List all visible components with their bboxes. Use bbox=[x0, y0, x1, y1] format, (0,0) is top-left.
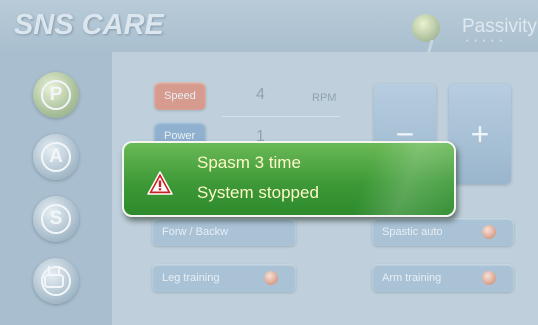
p-figure-icon bbox=[412, 14, 440, 42]
spasm-alert-dialog[interactable]: Spasm 3 time System stopped bbox=[122, 141, 456, 217]
speed-divider bbox=[222, 116, 340, 117]
sidebar-item-s[interactable]: S bbox=[33, 196, 79, 242]
brand-logo: SNS CARE bbox=[14, 9, 164, 41]
warning-triangle-icon bbox=[147, 171, 173, 195]
spastic-auto-label: Spastic auto bbox=[382, 226, 443, 238]
leg-training-button[interactable]: Leg training bbox=[152, 264, 296, 292]
mode-label: Passivity bbox=[462, 16, 537, 37]
arm-training-indicator bbox=[482, 271, 496, 285]
s-circle-icon: S bbox=[41, 204, 71, 234]
speed-button[interactable]: Speed bbox=[154, 82, 206, 110]
leg-training-indicator bbox=[264, 271, 278, 285]
spastic-auto-button[interactable]: Spastic auto bbox=[372, 218, 514, 246]
mode-dots-decoration: • • • • • bbox=[466, 38, 505, 45]
spastic-auto-indicator bbox=[482, 225, 496, 239]
a-circle-icon: A bbox=[41, 142, 71, 172]
alert-gloss bbox=[334, 143, 454, 215]
sidebar: P A S bbox=[0, 52, 112, 325]
top-bar: SNS CARE Passivity • • • • • bbox=[0, 0, 538, 52]
arm-training-button[interactable]: Arm training bbox=[372, 264, 514, 292]
sidebar-item-tv[interactable] bbox=[33, 258, 79, 304]
leg-training-label: Leg training bbox=[162, 272, 220, 284]
arm-training-label: Arm training bbox=[382, 272, 442, 284]
main-screen: SNS CARE Passivity • • • • • P A S Speed… bbox=[0, 0, 538, 325]
speed-unit: RPM bbox=[312, 92, 337, 104]
forw-backw-label: Forw / Backw bbox=[162, 226, 229, 238]
sidebar-item-p[interactable]: P bbox=[33, 72, 79, 118]
alert-message-spasm-count: Spasm 3 time bbox=[197, 153, 301, 172]
alert-message-system-stopped: System stopped bbox=[197, 183, 319, 202]
speed-value: 4 bbox=[256, 86, 265, 103]
speed-label: Speed bbox=[164, 90, 196, 102]
tv-icon bbox=[41, 266, 71, 296]
p-circle-icon: P bbox=[41, 80, 71, 110]
increase-button[interactable]: + bbox=[449, 84, 511, 184]
sidebar-item-a[interactable]: A bbox=[33, 134, 79, 180]
forw-backw-button[interactable]: Forw / Backw bbox=[152, 218, 296, 246]
